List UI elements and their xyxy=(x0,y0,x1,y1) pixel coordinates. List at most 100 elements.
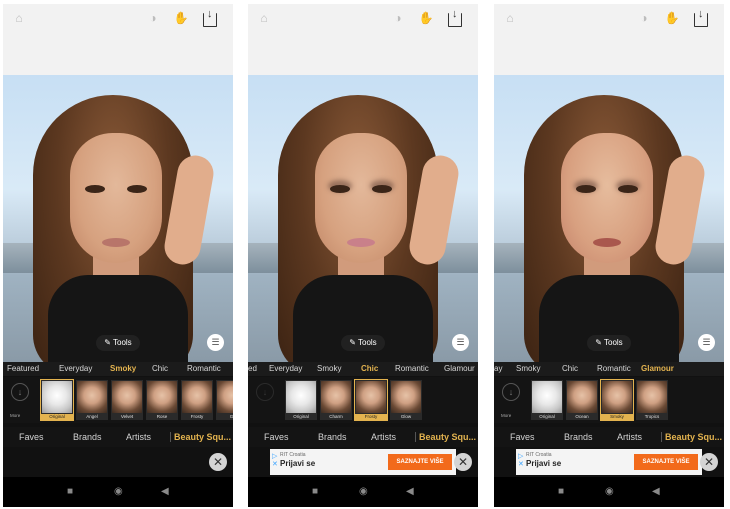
ad-row: ▷ ✕ RIT Croatia Prijavi se SAZNAJTE VIŠE ✕ xyxy=(494,449,724,475)
look-thumbnail[interactable]: Smoky xyxy=(600,379,634,421)
look-thumbnail[interactable]: Tropics xyxy=(636,380,668,420)
tools-label: Tools xyxy=(113,338,132,347)
look-thumbnail[interactable]: Rose xyxy=(146,380,178,420)
more-download-icon[interactable]: ↓ xyxy=(256,383,274,401)
hand-icon[interactable]: ✋ xyxy=(173,11,189,25)
stop-icon[interactable]: ■ xyxy=(558,486,564,498)
download-icon[interactable]: ↓ xyxy=(448,9,462,27)
look-label: Velvet xyxy=(120,414,134,419)
more-download-icon[interactable]: ↓ xyxy=(11,383,29,401)
look-label: Ocean xyxy=(575,414,589,419)
more-download-icon[interactable]: ↓ xyxy=(502,383,520,401)
look-thumbnail[interactable]: Gl xyxy=(216,380,233,420)
download-icon[interactable]: ↓ xyxy=(203,9,217,27)
tab-faves[interactable]: Faves xyxy=(19,427,44,447)
look-thumbnail[interactable]: Original xyxy=(531,380,563,420)
ad-banner[interactable]: ▷ ✕ RIT Croatia Prijavi se SAZNAJTE VIŠE xyxy=(516,449,702,475)
tools-button[interactable]: ✎ Tools xyxy=(587,335,631,351)
close-icon[interactable]: ✕ xyxy=(209,453,227,471)
tab-faves[interactable]: Faves xyxy=(510,427,535,447)
look-label: Charm xyxy=(329,414,343,419)
look-thumbnail[interactable]: Ocean xyxy=(566,380,598,420)
category-tab[interactable]: Smoky xyxy=(516,362,540,376)
look-thumbnail[interactable]: Frosty xyxy=(354,379,388,421)
home-circle-icon[interactable]: ◉ xyxy=(114,486,123,498)
category-tab[interactable]: Smoky xyxy=(110,362,136,376)
tab-beauty-squ[interactable]: Beauty Squ... xyxy=(665,427,722,447)
category-tab[interactable]: Glamour xyxy=(641,362,674,376)
tab-brands[interactable]: Brands xyxy=(318,427,347,447)
tools-button[interactable]: ✎ Tools xyxy=(96,335,140,351)
look-thumbnail[interactable]: Charm xyxy=(320,380,352,420)
category-tab[interactable]: Everyday xyxy=(59,362,92,376)
look-thumbnail[interactable]: Glow xyxy=(390,380,422,420)
category-tab[interactable]: Featured xyxy=(7,362,39,376)
ad-banner[interactable]: ▷ ✕ RIT Croatia Prijavi se SAZNAJTE VIŠE xyxy=(270,449,456,475)
close-icon[interactable]: ✕ xyxy=(454,453,472,471)
look-label: Tropics xyxy=(644,414,660,419)
tab-beauty-squ[interactable]: Beauty Squ... xyxy=(419,427,476,447)
bookmark-icon[interactable]: ☰ xyxy=(698,334,715,351)
stop-icon[interactable]: ■ xyxy=(312,486,318,498)
look-label: Smoky xyxy=(601,414,633,420)
download-icon[interactable]: ↓ xyxy=(694,9,708,27)
photo-left-eye xyxy=(330,185,350,193)
category-tab[interactable]: Glamour xyxy=(444,362,475,376)
close-icon[interactable]: ✕ xyxy=(700,453,718,471)
top-bar: ⌂ ◑ ✋ ↓ xyxy=(494,4,724,75)
stop-icon[interactable]: ■ xyxy=(67,486,73,498)
home-icon[interactable]: ⌂ xyxy=(256,11,272,25)
look-thumbnail[interactable]: Original xyxy=(40,379,74,421)
ad-brand: RIT Croatia xyxy=(526,452,552,458)
adchoices-icon[interactable]: ▷ ✕ xyxy=(518,453,526,469)
category-tab[interactable]: Chic xyxy=(152,362,168,376)
home-icon[interactable]: ⌂ xyxy=(11,11,27,25)
look-label: Original xyxy=(41,414,73,420)
look-thumbnail-image xyxy=(42,381,72,413)
screenshot-stage: ⌂ ◑ ✋ ↓ ✎ Tools ☰ Featured Everyday Smoky Chic Roma… xyxy=(0,0,730,509)
back-triangle-icon[interactable]: ◀ xyxy=(652,486,660,498)
home-icon[interactable]: ⌂ xyxy=(502,11,518,25)
home-circle-icon[interactable]: ◉ xyxy=(605,486,614,498)
category-tab[interactable]: Romantic xyxy=(597,362,631,376)
tab-artists[interactable]: Artists xyxy=(126,427,151,447)
category-tab[interactable]: Chic xyxy=(562,362,578,376)
bookmark-icon[interactable]: ☰ xyxy=(207,334,224,351)
tab-beauty-squ[interactable]: Beauty Squ... xyxy=(174,427,231,447)
tab-artists[interactable]: Artists xyxy=(617,427,642,447)
compare-icon[interactable]: ◑ xyxy=(145,11,161,25)
look-thumbnail-image xyxy=(147,381,177,413)
category-tab[interactable]: Smoky xyxy=(317,362,341,376)
more-label: More xyxy=(501,413,512,418)
look-thumbnail[interactable]: Frosty xyxy=(181,380,213,420)
download-arrow: ↓ xyxy=(207,8,213,20)
back-triangle-icon[interactable]: ◀ xyxy=(406,486,414,498)
look-label: Original xyxy=(539,414,555,419)
category-tab[interactable]: ay xyxy=(494,362,502,376)
compare-icon[interactable]: ◑ xyxy=(390,11,406,25)
category-tab[interactable]: Everyday xyxy=(269,362,302,376)
back-triangle-icon[interactable]: ◀ xyxy=(161,486,169,498)
look-thumbnail[interactable]: Original xyxy=(285,380,317,420)
category-tab[interactable]: Chic xyxy=(361,362,378,376)
tools-button[interactable]: ✎ Tools xyxy=(341,335,385,351)
ad-cta-button[interactable]: SAZNAJTE VIŠE xyxy=(388,454,452,470)
home-circle-icon[interactable]: ◉ xyxy=(359,486,368,498)
photo-left-eye xyxy=(576,185,596,193)
category-tab[interactable]: Romantic xyxy=(187,362,221,376)
tab-brands[interactable]: Brands xyxy=(73,427,102,447)
look-thumbnail[interactable]: Angel xyxy=(76,380,108,420)
hand-icon[interactable]: ✋ xyxy=(418,11,434,25)
look-thumbnail[interactable]: Velvet xyxy=(111,380,143,420)
adchoices-icon[interactable]: ▷ ✕ xyxy=(272,453,280,469)
compare-icon[interactable]: ◑ xyxy=(636,11,652,25)
tab-faves[interactable]: Faves xyxy=(264,427,289,447)
category-tab[interactable]: Romantic xyxy=(395,362,429,376)
bookmark-icon[interactable]: ☰ xyxy=(452,334,469,351)
tab-brands[interactable]: Brands xyxy=(564,427,593,447)
hand-icon[interactable]: ✋ xyxy=(664,11,680,25)
category-tab[interactable]: ed xyxy=(248,362,257,376)
ad-cta-button[interactable]: SAZNAJTE VIŠE xyxy=(634,454,698,470)
photo-right-eye xyxy=(127,185,147,193)
tab-artists[interactable]: Artists xyxy=(371,427,396,447)
